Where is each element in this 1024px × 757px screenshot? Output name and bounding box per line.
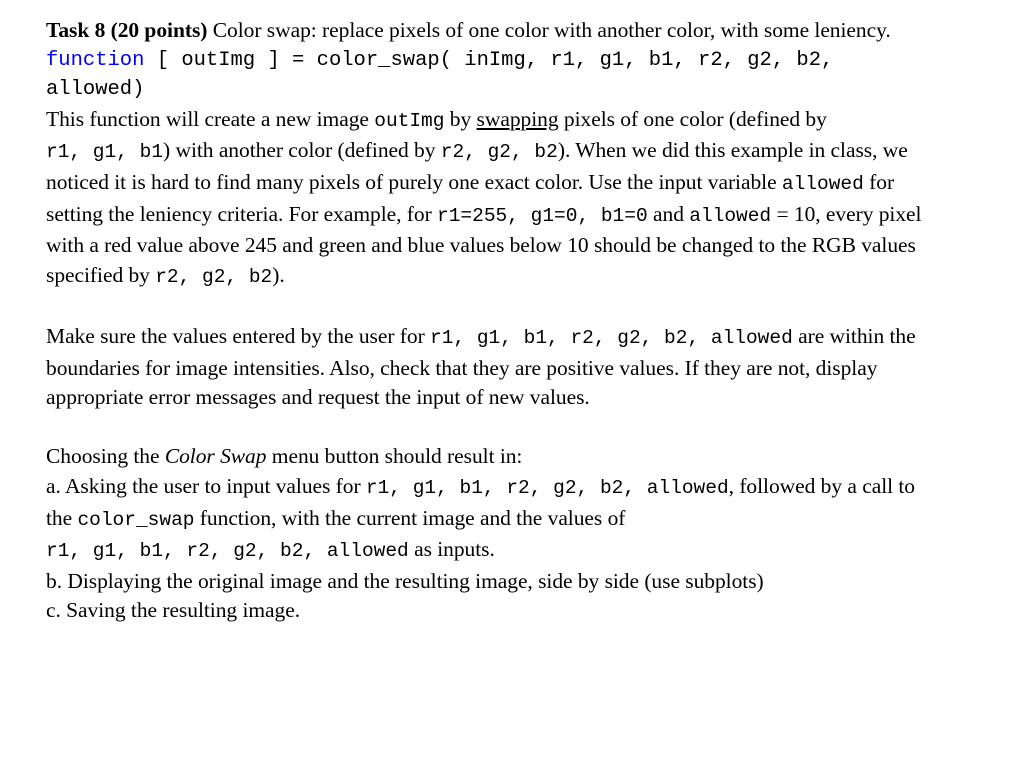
task-heading-label: Task 8 (20 points)	[46, 18, 208, 42]
code-all-params-2: r1, g1, b1, r2, g2, b2, allowed	[365, 476, 729, 499]
menu-text-2: menu button should result in:	[266, 444, 523, 469]
code-all-params-1: r1, g1, b1, r2, g2, b2, allowed	[430, 326, 793, 349]
matlab-function-keyword: function	[46, 48, 145, 72]
validation-paragraph: Make sure the values entered by the user…	[46, 322, 938, 413]
menu-button-paragraph: Choosing the Color Swap menu button shou…	[46, 442, 938, 472]
code-all-params-3: r1, g1, b1, r2, g2, b2, allowed	[46, 540, 409, 563]
description-paragraph: This function will create a new image ou…	[46, 105, 938, 293]
desc-text-9: ).	[272, 262, 285, 287]
desc-text-3: pixels of one color (defined by	[558, 106, 827, 131]
requirement-item-a: a. Asking the user to input values for r…	[46, 472, 938, 567]
desc-text-2: by	[444, 106, 477, 131]
code-allowed-2: allowed	[689, 204, 772, 227]
code-rgb-target-2: r2, g2, b2	[155, 265, 273, 288]
requirement-item-b: b. Displaying the original image and the…	[46, 568, 764, 593]
item-a-text-4: as inputs.	[408, 537, 495, 562]
menu-text-1: Choosing the	[46, 444, 165, 469]
code-outimg: outImg	[374, 109, 445, 132]
code-allowed-1: allowed	[781, 172, 864, 195]
requirement-item-c: c. Saving the resulting image.	[46, 598, 301, 623]
assignment-document: Task 8 (20 points) Color swap: replace p…	[46, 16, 938, 626]
task-heading-description: Color swap: replace pixels of one color …	[207, 18, 891, 42]
function-signature-code-block: function [ outImg ] = color_swap( inImg,…	[46, 46, 938, 105]
validation-text-1: Make sure the values entered by the user…	[46, 323, 431, 348]
task-heading-paragraph: Task 8 (20 points) Color swap: replace p…	[46, 16, 938, 46]
desc-text-1: This function will create a new image	[46, 106, 375, 131]
emphasis-swapping: swapping	[476, 106, 559, 131]
code-rgb-target: r2, g2, b2	[440, 141, 558, 164]
item-a-text-1: a. Asking the user to input values for	[46, 473, 366, 498]
desc-text-7: and	[647, 201, 690, 226]
code-color-swap-fn: color_swap	[77, 508, 195, 531]
code-rgb-source: r1, g1, b1	[46, 141, 164, 164]
desc-text-4: ) with another color (defined by	[163, 138, 441, 163]
item-a-text-3: function, with the current image and the…	[194, 505, 626, 530]
paragraph-spacer-2	[46, 413, 938, 443]
menu-button-name: Color Swap	[164, 444, 267, 469]
paragraph-spacer-1	[46, 292, 938, 322]
code-example-values: r1=255, g1=0, b1=0	[437, 204, 648, 227]
function-signature-text: [ outImg ] = color_swap( inImg, r1, g1, …	[46, 48, 846, 102]
